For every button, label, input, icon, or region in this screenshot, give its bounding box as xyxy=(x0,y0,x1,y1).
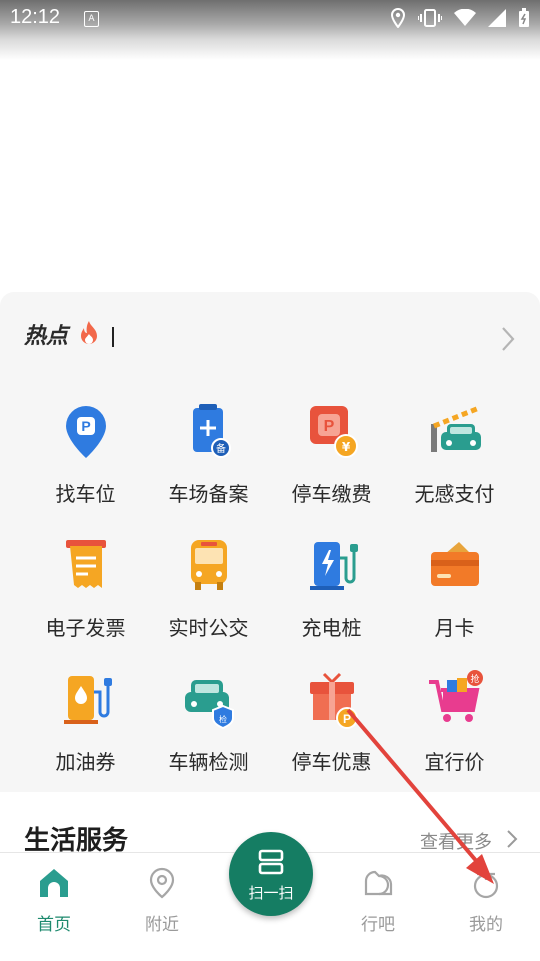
sim-badge-icon: A xyxy=(84,11,99,27)
status-time: 12:12 xyxy=(10,6,61,28)
grid-item-label: 车辆检测 xyxy=(168,750,249,774)
hot-section-title: 热点 xyxy=(24,324,69,349)
home-icon xyxy=(40,869,68,897)
location-icon xyxy=(390,8,406,28)
header-background xyxy=(0,0,540,300)
grid-item-label: 无感支付 xyxy=(414,482,495,506)
grid-item-charging-pile[interactable]: 充电桩 xyxy=(270,536,393,641)
battery-icon xyxy=(519,8,529,27)
parking-payment-icon: P ¥ xyxy=(309,406,358,458)
grid-item-label: 停车优惠 xyxy=(291,750,372,774)
notification-bell-icon[interactable] xyxy=(484,72,514,102)
flame-icon xyxy=(81,321,97,344)
grid-item-label: 加油券 xyxy=(55,750,116,774)
chevron-right-icon[interactable] xyxy=(498,326,518,352)
grid-item-label: 电子发票 xyxy=(45,616,126,640)
grid-item-label: 宜行价 xyxy=(424,750,485,774)
clipboard-record-icon: 备 xyxy=(192,404,231,458)
tab-label: 附近 xyxy=(145,915,179,935)
scan-button[interactable]: 扫一扫 xyxy=(229,832,313,916)
grid-item-realtime-bus[interactable]: 实时公交 xyxy=(147,536,270,641)
monthly-card-icon xyxy=(430,542,479,586)
svg-text:P: P xyxy=(323,418,334,435)
grid-item-contactless-pay[interactable]: 无感支付 xyxy=(393,402,516,507)
grid-item-vehicle-inspection[interactable]: 检 车辆检测 xyxy=(147,670,270,775)
status-icons xyxy=(390,8,530,28)
profile-icon xyxy=(473,872,499,899)
bus-icon xyxy=(190,540,227,590)
grid-item-label: 车场备案 xyxy=(168,482,249,506)
tab-label: 我的 xyxy=(469,915,503,935)
scan-icon xyxy=(258,849,284,875)
charging-station-icon xyxy=(309,542,358,590)
grid-item-parking-payment[interactable]: P ¥ 停车缴费 xyxy=(270,402,393,507)
grid-item-label: 实时公交 xyxy=(168,616,249,640)
shopping-cart-icon: 抢 xyxy=(428,670,483,722)
svg-text:P: P xyxy=(342,712,350,726)
grid-item-parking-discount[interactable]: P 停车优惠 xyxy=(270,670,393,775)
tab-label: 首页 xyxy=(37,915,71,935)
grid-item-monthly-card[interactable]: 月卡 xyxy=(393,536,516,641)
wifi-icon xyxy=(454,9,476,26)
grid-item-fuel-coupon[interactable]: 加油券 xyxy=(24,670,147,775)
chevron-right-icon[interactable] xyxy=(506,829,518,849)
grid-item-label: 停车缴费 xyxy=(291,482,372,506)
svg-text:抢: 抢 xyxy=(470,673,479,685)
parking-gift-icon: P xyxy=(309,672,358,729)
grid-item-e-invoice[interactable]: 电子发票 xyxy=(24,536,147,641)
barrier-car-icon xyxy=(430,405,481,452)
grid-item-label: 月卡 xyxy=(434,616,475,640)
vehicle-inspection-icon: 检 xyxy=(184,680,234,730)
tab-label: 行吧 xyxy=(361,915,395,935)
vibrate-icon xyxy=(418,9,442,27)
tab-home[interactable]: 首页 xyxy=(4,866,104,935)
tab-go[interactable]: 行吧 xyxy=(328,866,428,935)
status-bar: 12:12 A xyxy=(0,0,540,40)
map-pin-icon xyxy=(149,867,175,899)
signal-icon xyxy=(488,9,506,27)
grid-item-label: 找车位 xyxy=(55,482,116,506)
grid-item-yixing-price[interactable]: 抢 宜行价 xyxy=(393,670,516,775)
scan-label: 扫一扫 xyxy=(248,884,294,902)
view-more-link[interactable]: 查看更多 xyxy=(420,828,492,854)
svg-text:检: 检 xyxy=(219,714,227,724)
grid-item-parking-record[interactable]: 备 车场备案 xyxy=(147,402,270,507)
parking-location-icon: P xyxy=(65,406,106,458)
fuel-coupon-icon xyxy=(63,676,112,724)
svg-text:¥: ¥ xyxy=(341,440,350,454)
tab-nearby[interactable]: 附近 xyxy=(112,866,212,935)
invoice-icon xyxy=(65,540,106,588)
svg-text:备: 备 xyxy=(216,442,226,455)
svg-text:P: P xyxy=(81,418,90,434)
tab-mine[interactable]: 我的 xyxy=(436,866,536,935)
chat-bubble-icon xyxy=(364,870,393,896)
grid-item-label: 充电桩 xyxy=(301,616,362,640)
text-cursor xyxy=(112,327,114,347)
grid-item-find-parking[interactable]: P 找车位 xyxy=(24,402,147,507)
